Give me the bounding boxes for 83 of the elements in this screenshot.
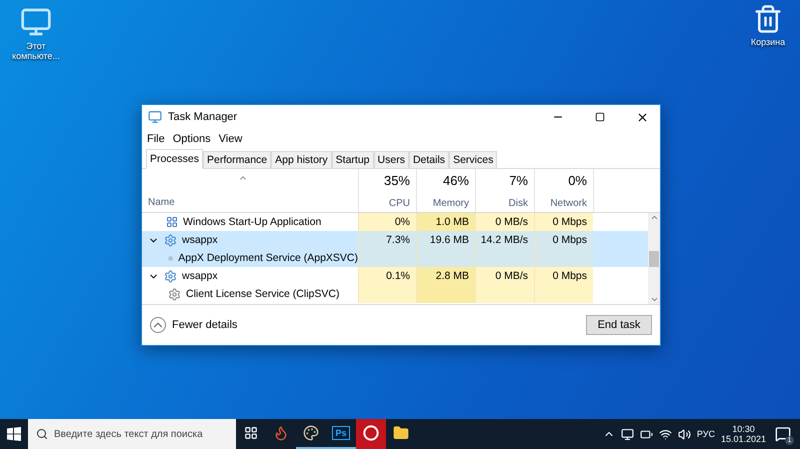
table-cell bbox=[534, 285, 593, 303]
table-cell: 19.6 MB bbox=[416, 231, 475, 249]
table-cell: 0 MB/s bbox=[475, 267, 534, 285]
maximize-icon bbox=[595, 112, 605, 122]
gear-icon bbox=[164, 270, 177, 282]
monitor-icon[interactable] bbox=[620, 428, 634, 440]
notification-icon[interactable] bbox=[775, 426, 791, 442]
column-header[interactable]: Network bbox=[550, 198, 587, 209]
table-cell: 2.8 MB bbox=[416, 267, 475, 285]
column-header[interactable]: Disk bbox=[508, 198, 528, 209]
menu-item[interactable]: View bbox=[218, 132, 242, 144]
table-cell bbox=[358, 285, 416, 303]
window-icon bbox=[166, 216, 178, 228]
tab[interactable]: Services bbox=[449, 151, 498, 168]
process-name: wsappx bbox=[182, 234, 218, 246]
table-cell bbox=[358, 249, 416, 267]
process-name: Windows Start-Up Application bbox=[183, 216, 322, 228]
fewer-details-toggle[interactable]: Fewer details bbox=[150, 317, 238, 333]
app-tile: Ps bbox=[332, 426, 350, 440]
desktop-icon-label[interactable]: Этот компьюте... bbox=[6, 41, 66, 62]
column-total: 0% bbox=[568, 173, 587, 188]
table-cell bbox=[416, 285, 475, 303]
scrollbar[interactable] bbox=[648, 213, 660, 304]
service-name: Client License Service (ClipSVC) bbox=[186, 288, 340, 300]
language-indicator[interactable]: РУС bbox=[696, 429, 715, 439]
task-view-icon bbox=[244, 426, 258, 440]
wifi-icon[interactable] bbox=[658, 428, 672, 440]
battery-icon[interactable] bbox=[640, 428, 653, 440]
column-total: 7% bbox=[509, 173, 528, 188]
app-icon bbox=[148, 110, 162, 124]
table-cell: 0.1% bbox=[358, 267, 416, 285]
search-icon bbox=[36, 428, 48, 440]
flame-icon bbox=[273, 425, 289, 441]
scroll-down-icon[interactable] bbox=[650, 295, 658, 304]
close-icon bbox=[636, 110, 648, 124]
menu-item[interactable]: File bbox=[147, 132, 165, 144]
tab[interactable]: Users bbox=[374, 151, 409, 168]
scroll-thumb[interactable] bbox=[649, 250, 659, 266]
table-cell: 14.2 MB/s bbox=[475, 231, 534, 249]
table-cell bbox=[475, 285, 534, 303]
menu-item[interactable]: Options bbox=[172, 132, 211, 144]
table-cell bbox=[593, 231, 648, 249]
taskbar-app-button[interactable] bbox=[356, 419, 386, 449]
tab[interactable]: App history bbox=[271, 151, 332, 168]
column-total: 46% bbox=[442, 173, 469, 188]
recycle-bin-icon bbox=[753, 4, 783, 34]
table-cell: 7.3% bbox=[358, 231, 416, 249]
search-field[interactable]: Введите здесь текст для поиска bbox=[28, 419, 236, 449]
table-cell: 0 Mbps bbox=[534, 213, 593, 231]
folder-icon bbox=[393, 425, 409, 441]
clock-time[interactable]: 10:30 bbox=[732, 424, 755, 434]
column-header[interactable]: Name bbox=[148, 197, 175, 208]
service-name: AppX Deployment Service (AppXSVC) bbox=[178, 252, 358, 264]
table-cell bbox=[475, 249, 534, 267]
process-name: wsappx bbox=[182, 270, 218, 282]
desktop-icon-label[interactable]: Корзина bbox=[750, 37, 786, 48]
tab[interactable]: Processes bbox=[146, 149, 204, 169]
palette-icon bbox=[303, 425, 319, 441]
tab[interactable]: Performance bbox=[203, 151, 272, 168]
table-cell: 0 Mbps bbox=[534, 231, 593, 249]
table-cell: 1.0 MB bbox=[416, 213, 475, 231]
chevron-circle-icon bbox=[150, 317, 166, 333]
ring-icon bbox=[363, 425, 379, 441]
tab[interactable]: Startup bbox=[332, 151, 374, 168]
windows-logo-icon bbox=[7, 427, 21, 441]
column-total: 35% bbox=[384, 173, 410, 188]
gear-icon bbox=[168, 288, 181, 300]
scroll-up-icon[interactable] bbox=[650, 213, 658, 222]
column-header[interactable]: Memory bbox=[432, 198, 469, 209]
table-cell: 0 Mbps bbox=[534, 267, 593, 285]
column-header[interactable]: CPU bbox=[388, 198, 410, 209]
table-cell: 0% bbox=[358, 213, 416, 231]
table-cell bbox=[416, 249, 475, 267]
table-cell bbox=[534, 249, 593, 267]
window-title: Task Manager bbox=[168, 111, 238, 123]
gear-icon bbox=[164, 234, 177, 246]
table-cell: 0 MB/s bbox=[475, 213, 534, 231]
tab[interactable]: Details bbox=[408, 151, 450, 168]
computer-icon bbox=[20, 6, 52, 38]
end-task-button[interactable]: End task bbox=[586, 315, 652, 335]
volume-icon[interactable] bbox=[678, 428, 691, 440]
clock-date[interactable]: 15.01.2021 bbox=[720, 434, 766, 444]
table-cell bbox=[593, 249, 648, 267]
